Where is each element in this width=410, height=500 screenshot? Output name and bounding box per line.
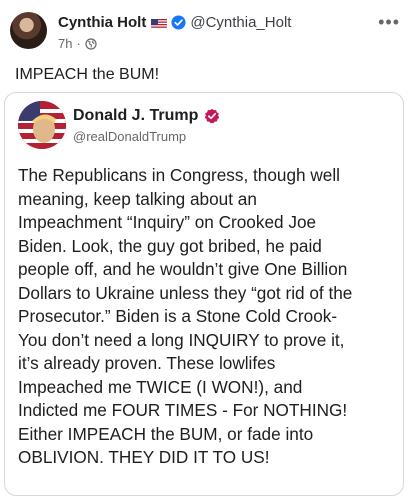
more-options-button[interactable]: ••• — [378, 12, 400, 33]
quoted-author-row: Donald J. Trump — [73, 107, 220, 125]
globe-icon — [85, 37, 97, 50]
body-line: Prosecutor.” Biden is a Stone Cold Crook… — [18, 306, 338, 326]
body-line: Either IMPEACH the BUM, or fade into — [18, 423, 314, 444]
body-line: it’s already proven. These lowlifes — [18, 353, 276, 373]
post-text: IMPEACH the BUM! — [15, 66, 160, 83]
quoted-post-body: The Republicans in Congress, though well… — [18, 164, 398, 470]
body-line: Biden. Look, the guy got bribed, he paid — [18, 235, 322, 256]
post-meta: 7h · — [58, 36, 97, 51]
verified-badge-icon — [204, 108, 220, 124]
body-line: Impeachment “Inquiry” on Crooked Joe — [18, 212, 317, 232]
meta-separator: · — [76, 36, 81, 51]
us-flag-icon — [151, 17, 168, 28]
post-time[interactable]: 7h — [58, 36, 72, 51]
quoted-avatar[interactable] — [18, 101, 66, 149]
verified-badge-icon — [171, 15, 186, 30]
body-line: OBLIVION. THEY DID IT TO US! — [18, 447, 270, 467]
quoted-post-card[interactable]: Donald J. Trump @realDonaldTrump The Rep… — [4, 92, 404, 496]
post-header: Cynthia Holt @Cynthia_Holt 7h · ••• — [10, 8, 402, 54]
quoted-author-name[interactable]: Donald J. Trump — [73, 107, 198, 125]
quoted-author-handle[interactable]: @realDonaldTrump — [73, 129, 186, 144]
body-line: The Republicans in Congress, though well — [18, 165, 340, 185]
body-line: Dollars to Ukraine unless they “got rid … — [18, 282, 353, 303]
author-name[interactable]: Cynthia Holt — [58, 14, 146, 31]
avatar[interactable] — [10, 12, 47, 49]
body-line: meaning, keep talking about an — [18, 188, 257, 209]
body-line: Impeached me TWICE (I WON!), and — [18, 376, 303, 397]
body-line: Indicted me FOUR TIMES - For NOTHING! — [18, 400, 348, 420]
author-handle[interactable]: @Cynthia_Holt — [190, 14, 291, 31]
author-row: Cynthia Holt @Cynthia_Holt — [58, 14, 291, 31]
body-line: people off, and he wouldn’t give One Bil… — [18, 259, 348, 279]
body-line: You don’t need a long INQUIRY to prove i… — [18, 329, 345, 350]
